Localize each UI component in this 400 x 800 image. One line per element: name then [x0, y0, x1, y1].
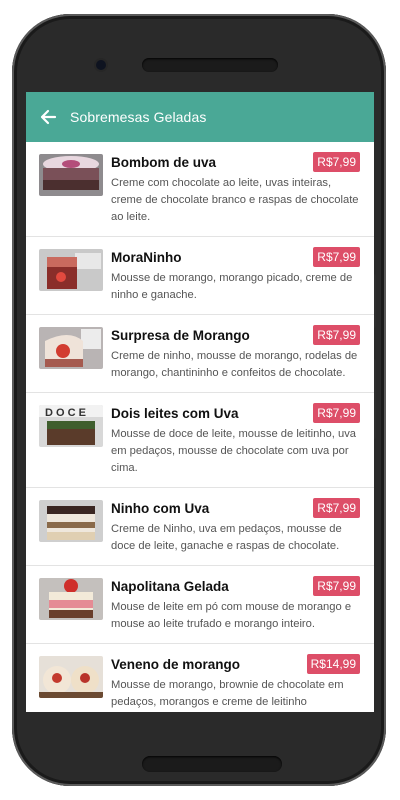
item-description: Creme com chocolate ao leite, uvas intei…	[111, 177, 359, 223]
item-thumbnail	[39, 154, 103, 196]
earpiece-speaker	[142, 58, 278, 72]
list-item[interactable]: Napolitana Gelada R$7,99 Mouse de leite …	[26, 566, 374, 644]
item-description: Mousse de morango, brownie de chocolate …	[111, 679, 344, 708]
item-description: Creme de ninho, mousse de morango, rodel…	[111, 350, 358, 379]
item-thumbnail	[39, 500, 103, 542]
price-badge: R$7,99	[313, 247, 360, 267]
arrow-back-icon[interactable]	[28, 92, 68, 142]
dessert-list: Bombom de uva R$7,99 Creme com chocolate…	[26, 142, 374, 712]
list-item[interactable]: Surpresa de Morango R$7,99 Creme de ninh…	[26, 315, 374, 393]
list-item[interactable]: MoraNinho R$7,99 Mousse de morango, mora…	[26, 237, 374, 315]
item-name: MoraNinho	[111, 249, 182, 265]
app-bar: Sobremesas Geladas	[26, 92, 374, 142]
list-item[interactable]: Bombom de uva R$7,99 Creme com chocolate…	[26, 142, 374, 237]
app-screen: Sobremesas Geladas Bombom de uva R$7,99 …	[26, 92, 374, 712]
price-badge: R$7,99	[313, 325, 360, 345]
price-badge: R$7,99	[313, 152, 360, 172]
list-item[interactable]: Ninho com Uva R$7,99 Creme de Ninho, uva…	[26, 488, 374, 566]
price-badge: R$7,99	[313, 576, 360, 596]
page-title: Sobremesas Geladas	[70, 109, 207, 125]
price-badge: R$7,99	[313, 403, 360, 423]
list-item[interactable]: Veneno de morango R$14,99 Mousse de mora…	[26, 644, 374, 712]
bottom-speaker	[142, 756, 282, 772]
item-thumbnail	[39, 249, 103, 291]
item-name: Napolitana Gelada	[111, 578, 229, 594]
item-description: Mouse de leite em pó com mouse de morang…	[111, 601, 352, 630]
item-description: Creme de Ninho, uva em pedaços, mousse d…	[111, 523, 342, 552]
item-name: Ninho com Uva	[111, 500, 210, 516]
price-badge: R$14,99	[306, 654, 360, 674]
front-camera	[96, 60, 106, 70]
item-thumbnail	[39, 578, 103, 620]
list-item[interactable]: D O C E Dois leites com Uva R$7,99 Mouss…	[26, 393, 374, 488]
item-description: Mousse de doce de leite, mousse de leiti…	[111, 428, 357, 474]
item-thumbnail	[39, 656, 103, 698]
price-badge: R$7,99	[313, 498, 360, 518]
item-name: Bombom de uva	[111, 154, 217, 170]
item-thumbnail	[39, 327, 103, 369]
item-name: Surpresa de Morango	[111, 327, 250, 343]
item-name: Veneno de morango	[111, 656, 241, 672]
item-thumbnail: D O C E	[39, 405, 103, 447]
item-description: Mousse de morango, morango picado, creme…	[111, 272, 353, 301]
item-name: Dois leites com Uva	[111, 405, 239, 421]
svg-text:D O C E: D O C E	[45, 407, 86, 419]
